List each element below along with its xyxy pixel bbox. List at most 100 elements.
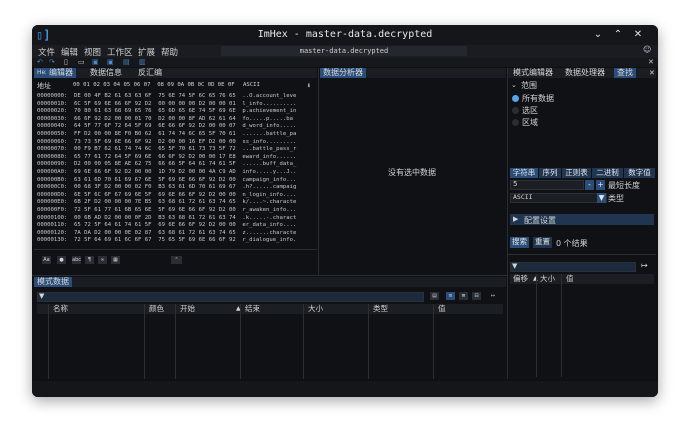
hex-row[interactable]: 000000D0: 6E 5F 6C 6F 67 69 6E 5F 69 6E …	[37, 192, 296, 198]
hex-editor-tabstrip	[34, 68, 317, 78]
mode-sequence-tab[interactable]: 序列	[539, 168, 561, 178]
col-value[interactable]: 值	[566, 274, 574, 284]
chevron-down-icon[interactable]: ▼	[597, 193, 606, 203]
hex-row[interactable]: 000000E0: 6B 2F D2 00 00 00 7E B5 63 68 …	[37, 199, 296, 205]
tab-pattern-data[interactable]: 模式数据	[34, 277, 72, 287]
hex-row[interactable]: 00000010: 6C 5F 69 6E 66 6F 92 D2 00 00 …	[37, 101, 296, 107]
expand-arrow-icon[interactable]: ↦	[487, 292, 499, 300]
settings-collapsible[interactable]: ▶ 配置设置	[510, 214, 654, 225]
smiley-icon[interactable]: ☺	[643, 45, 651, 54]
hex-row[interactable]: 00000060: 73 73 5F 69 6E 66 6F 92 D2 00 …	[37, 139, 296, 145]
grid-icon[interactable]: ▦	[111, 256, 120, 264]
binoculars-icon[interactable]: ∞	[98, 256, 107, 264]
reset-button[interactable]: 重置	[533, 237, 552, 248]
expand-arrow-icon[interactable]: ↦	[641, 261, 648, 270]
tab-data-info[interactable]: 数据信息	[87, 68, 125, 78]
sort-view-icon[interactable]: ≣	[459, 292, 468, 300]
hex-row[interactable]: 00000000: DE 00 4F B2 61 63 63 6F 75 6E …	[37, 93, 296, 99]
col-name[interactable]: 名称	[53, 304, 68, 314]
double-chevron-up-icon[interactable]: ⌃	[171, 256, 182, 264]
hex-row[interactable]: 00000030: 66 6F 92 D2 00 00 01 70 D2 00 …	[37, 116, 293, 122]
hex-row[interactable]: 000000B0: 63 61 6D 70 61 69 67 6E 5F 69 …	[37, 177, 296, 183]
menu-workspace[interactable]: 工作区	[107, 46, 133, 58]
col-end[interactable]: 结束	[245, 304, 260, 314]
menu-edit[interactable]: 编辑	[61, 46, 78, 58]
col-start[interactable]: 开始	[180, 304, 195, 314]
search-button[interactable]: 搜索	[510, 237, 529, 248]
menu-help[interactable]: 帮助	[161, 46, 178, 58]
hex-row[interactable]: 000000C0: 00 68 3F D2 00 00 02 F0 B3 63 …	[37, 184, 296, 190]
hex-row[interactable]: 00000090: D2 00 00 05 8E AE 62 75 66 66 …	[37, 161, 296, 167]
hex-row[interactable]: 00000110: 65 72 5F 64 61 74 61 5F 69 6E …	[37, 222, 296, 228]
vertical-splitter[interactable]	[507, 68, 508, 379]
min-length-input[interactable]: 5	[510, 180, 584, 190]
copy-icon[interactable]: ▤	[123, 58, 130, 67]
menu-file[interactable]: 文件	[38, 46, 55, 58]
find-divider	[508, 254, 656, 255]
redo-icon[interactable]: ↷	[49, 58, 55, 67]
vertical-splitter[interactable]	[318, 68, 319, 275]
save-icon[interactable]: ▣	[92, 58, 99, 67]
scope-radio-all[interactable]	[512, 95, 519, 102]
bulb-icon[interactable]: ●	[57, 256, 66, 264]
scope-radio-region[interactable]	[512, 119, 519, 126]
tab-disassembler[interactable]: 反汇编	[135, 68, 165, 78]
hex-row[interactable]: 00000100: 00 6B AD D2 00 00 0F 2D B3 63 …	[37, 215, 296, 221]
hex-row[interactable]: 00000040: 64 5F 77 6F 72 64 5F 69 6E 66 …	[37, 123, 296, 129]
results-filter-input[interactable]	[510, 262, 636, 272]
horizontal-splitter[interactable]	[32, 275, 507, 276]
mode-regex-tab[interactable]: 正则表	[562, 168, 591, 178]
hex-row[interactable]: 00000120: 7A DA D2 00 00 0E 02 87 63 68 …	[37, 230, 296, 236]
scope-radio-selection[interactable]	[512, 107, 519, 114]
hex-row[interactable]: 000000F0: 72 5F 61 77 61 6B 65 6E 5F 69 …	[37, 207, 296, 213]
col-value[interactable]: 值	[438, 304, 446, 314]
hex-row[interactable]: 00000070: 00 F9 B7 62 61 74 74 6C 65 5F …	[37, 146, 296, 152]
type-select[interactable]: ASCII ▼	[510, 193, 607, 203]
tab-data-processor[interactable]: 数据处理器	[562, 68, 608, 78]
hex-row[interactable]: 000000A0: 69 6E 66 6F 92 D2 00 00 1D 79 …	[37, 169, 296, 175]
tab-pattern-editor[interactable]: 模式编辑器	[510, 68, 556, 78]
paragraph-icon[interactable]: ¶	[85, 256, 94, 264]
hex-row[interactable]: 00000080: 65 77 61 72 64 5F 69 6E 66 6F …	[37, 154, 296, 160]
col-offset[interactable]: 偏移	[513, 274, 528, 284]
menu-view[interactable]: 视图	[84, 46, 101, 58]
type-value: ASCII	[513, 193, 533, 201]
abc-icon[interactable]: abc	[72, 256, 81, 264]
open-file-icon[interactable]: ▭	[78, 58, 85, 67]
hex-row[interactable]: 00000020: 70 80 61 63 68 69 65 76 65 6D …	[37, 108, 296, 114]
increment-button[interactable]: +	[596, 180, 605, 190]
file-tab[interactable]: master-data.decrypted	[221, 46, 467, 56]
decrement-button[interactable]: -	[585, 180, 594, 190]
minimize-icon[interactable]: ⌄	[592, 28, 604, 42]
maximize-icon[interactable]: ⌃	[612, 28, 624, 42]
close-tab-icon[interactable]: ✕	[648, 58, 654, 67]
scope-caret-icon[interactable]: ⌄	[511, 81, 517, 89]
menu-extensions[interactable]: 扩展	[138, 46, 155, 58]
col-color[interactable]: 颜色	[149, 304, 164, 314]
new-file-icon[interactable]: ▯	[64, 58, 68, 67]
address-header: 地址	[37, 82, 51, 90]
mode-numeric-tab[interactable]: 数字值	[624, 168, 655, 178]
hex-row[interactable]: 00000050: FF D2 00 00 8E F0 B0 62 61 74 …	[37, 131, 296, 137]
col-type[interactable]: 类型	[373, 304, 388, 314]
hex-row[interactable]: 00000130: 72 5F 64 69 61 6C 6F 67 75 65 …	[37, 237, 296, 243]
tab-data-analyzer[interactable]: 数据分析器	[320, 68, 366, 78]
pattern-filter-input[interactable]	[37, 292, 424, 302]
mode-strings-tab[interactable]: 字符串	[510, 168, 538, 178]
paste-icon[interactable]: ▥	[139, 58, 146, 67]
save-as-icon[interactable]: ▣	[107, 58, 114, 67]
undo-icon[interactable]: ↶	[37, 58, 43, 67]
tree-view-icon[interactable]: ≡	[446, 292, 455, 300]
col-size[interactable]: 大小	[540, 274, 555, 284]
chevron-right-icon: ▶	[513, 215, 519, 223]
close-panel-icon[interactable]: ✕	[646, 68, 658, 78]
tab-editor[interactable]: 编辑器	[46, 68, 76, 78]
col-size[interactable]: 大小	[308, 304, 323, 314]
mode-binary-tab[interactable]: 二进制	[592, 168, 623, 178]
tab-find[interactable]: 查找	[614, 68, 636, 78]
scroll-up-icon[interactable]: ▮	[307, 82, 311, 89]
case-toggle-icon[interactable]: Aa	[42, 256, 51, 264]
collapse-icon[interactable]: ⊟	[472, 292, 481, 300]
export-icon[interactable]: ▤	[430, 292, 439, 300]
close-icon[interactable]: ✕	[632, 28, 644, 42]
